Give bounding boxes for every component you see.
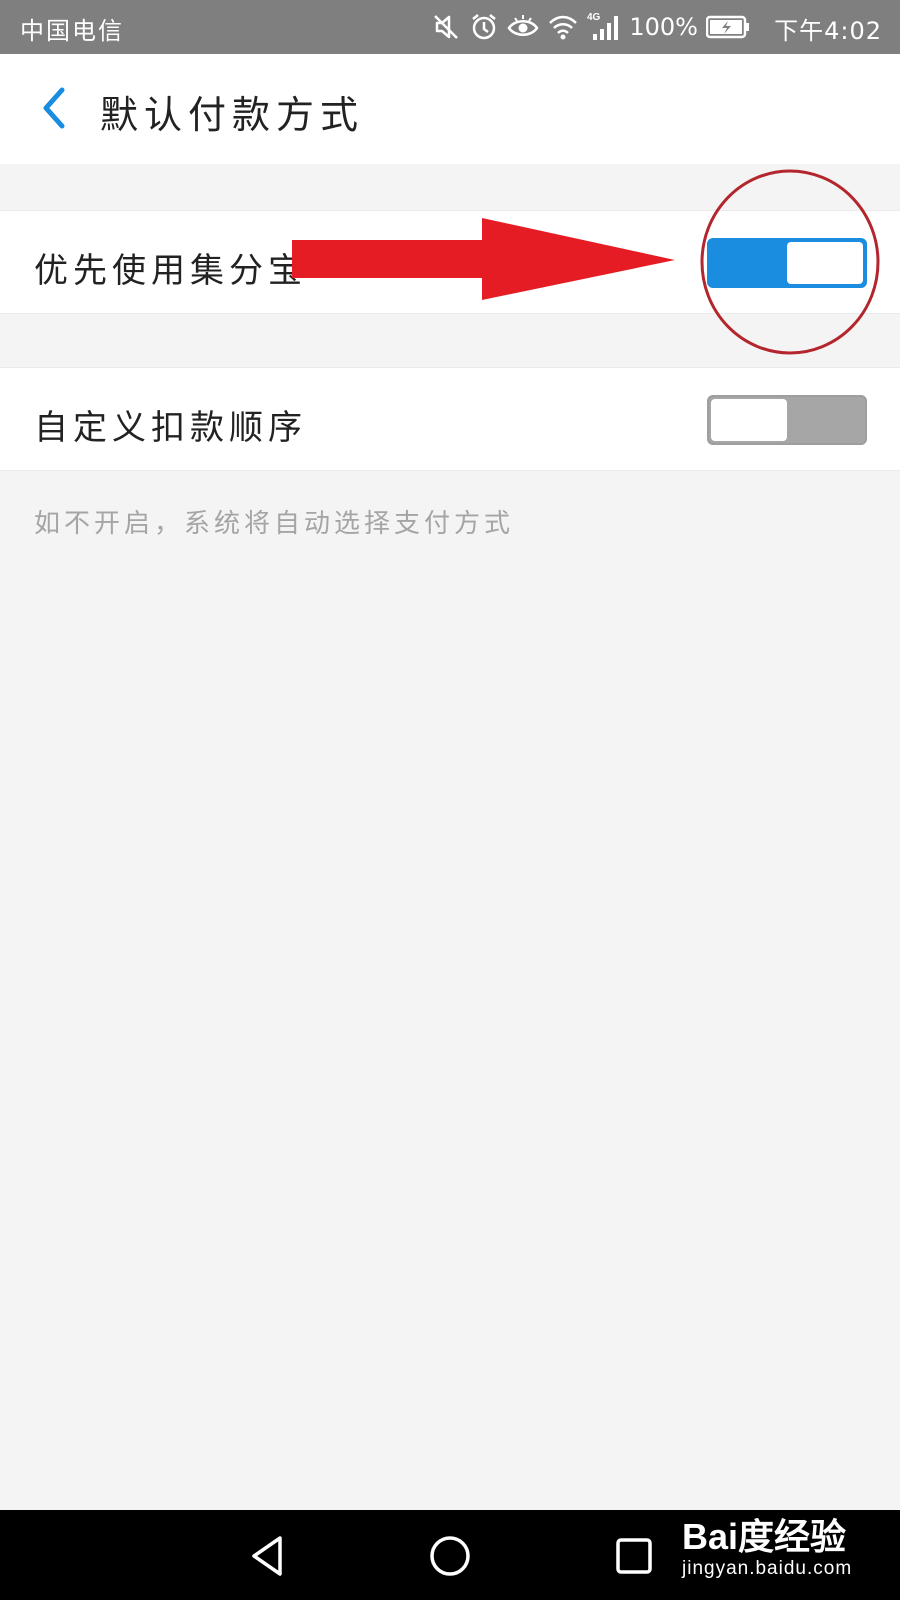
hint-text: 如不开启，系统将自动选择支付方式	[34, 509, 515, 539]
recent-square-icon[interactable]	[610, 1532, 658, 1580]
back-button[interactable]	[24, 82, 84, 138]
status-icons: 4G 100%	[431, 10, 750, 44]
back-triangle-icon[interactable]	[244, 1532, 292, 1580]
status-bar: 中国电信 4G 100% 下午4:02	[0, 0, 900, 54]
setting-label: 优先使用集分宝	[34, 251, 307, 291]
setting-label: 自定义扣款顺序	[34, 408, 307, 448]
jifenbao-toggle[interactable]	[707, 238, 867, 288]
signal-icon: 4G	[587, 11, 621, 43]
page-title: 默认付款方式	[100, 93, 365, 137]
wifi-icon	[547, 12, 579, 42]
baidu-jingyan-watermark: Bai度经验 jingyan.baidu.com	[682, 1496, 872, 1596]
alarm-icon	[469, 12, 499, 42]
navigation-header: 默认付款方式	[0, 54, 900, 164]
toggle-knob	[787, 242, 863, 284]
battery-percent: 100%	[629, 13, 698, 41]
carrier-name: 中国电信	[20, 17, 124, 45]
setting-row-custom-order: 自定义扣款顺序	[0, 367, 900, 471]
battery-charging-icon	[706, 14, 750, 40]
eye-care-icon	[507, 12, 539, 42]
toggle-knob	[711, 399, 787, 441]
network-type: 4G	[587, 12, 601, 23]
clock: 下午4:02	[774, 17, 882, 45]
home-circle-icon[interactable]	[426, 1532, 474, 1580]
chevron-left-icon	[38, 86, 70, 134]
custom-order-toggle[interactable]	[707, 395, 867, 445]
watermark-brand: Bai度经验	[682, 1516, 847, 1557]
watermark-url: jingyan.baidu.com	[682, 1558, 853, 1579]
mute-icon	[431, 12, 461, 42]
setting-row-jifenbao: 优先使用集分宝	[0, 210, 900, 314]
